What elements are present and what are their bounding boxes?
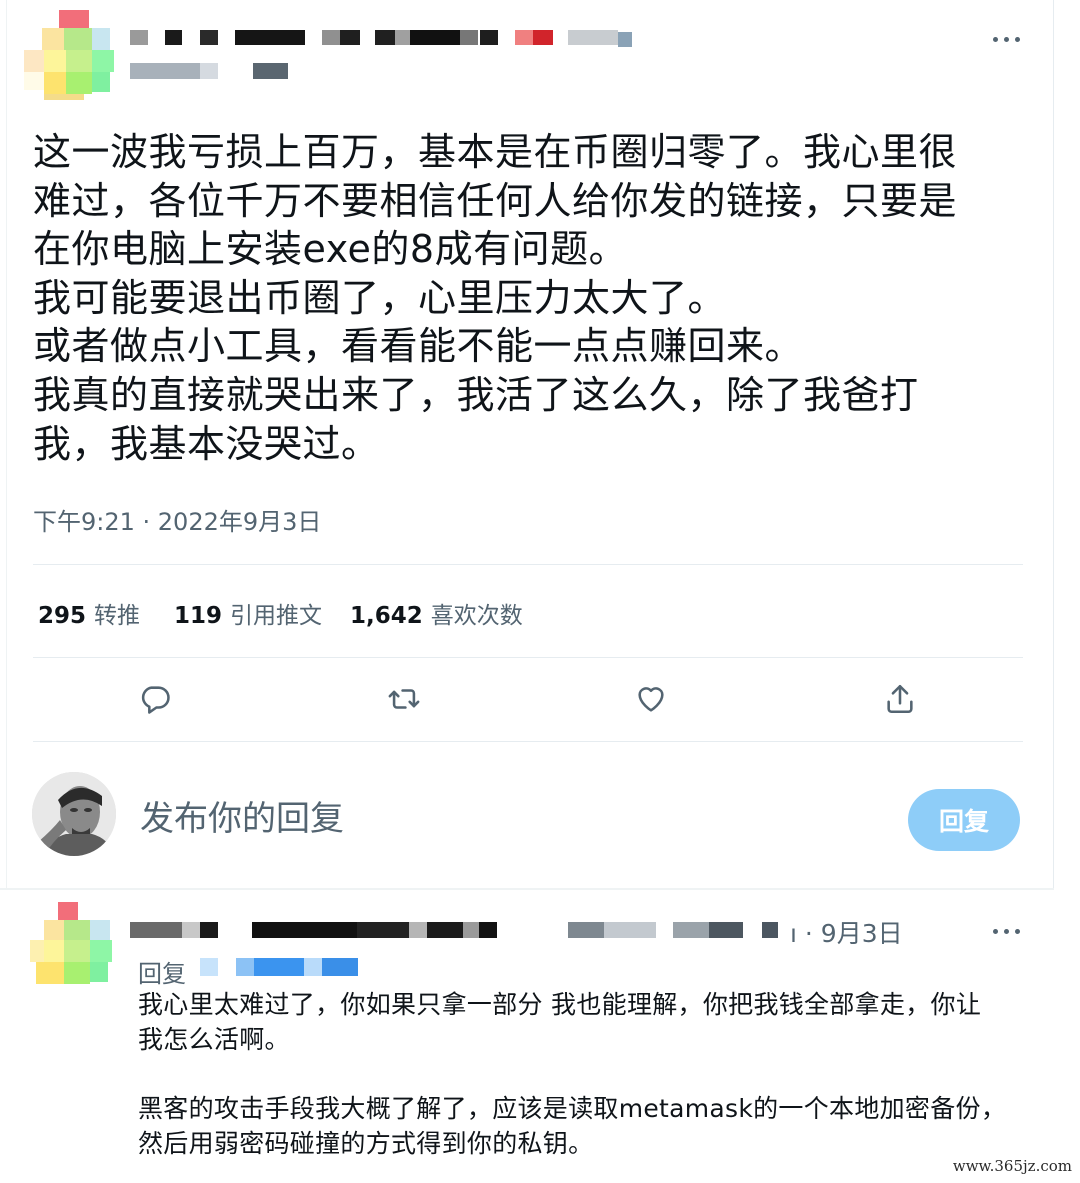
left-border (6, 0, 7, 890)
tweet-timestamp[interactable]: 下午9:21 · 2022年9月3日 (33, 502, 321, 537)
divider (33, 741, 1023, 742)
like-icon[interactable] (631, 679, 671, 719)
replying-to-label: 回复 (138, 960, 186, 988)
reply-more-options-icon[interactable] (993, 926, 1023, 936)
share-icon[interactable] (880, 679, 920, 719)
replying-to-handle-pixelated[interactable] (200, 958, 358, 976)
retweet-icon[interactable] (384, 679, 424, 719)
reply-date[interactable]: ı · 9月3日 (790, 914, 903, 950)
divider (33, 564, 1023, 565)
section-divider (0, 888, 1054, 890)
reply-text: 我心里太难过了，你如果只拿一部分 我也能理解，你把我钱全部拿走，你让 我怎么活啊… (138, 990, 1007, 1158)
replier-avatar-pixelated[interactable] (30, 902, 114, 988)
watermark: www.365jz.com (952, 1157, 1072, 1175)
retweets-stat[interactable]: 295 转推 (38, 596, 140, 630)
user-avatar[interactable] (32, 772, 116, 856)
divider (33, 657, 1023, 658)
reply-icon[interactable] (135, 679, 175, 719)
author-avatar-pixelated[interactable] (24, 10, 114, 100)
reply-button[interactable]: 回复 (908, 789, 1020, 851)
right-border (1053, 0, 1054, 890)
tweet-text: 这一波我亏损上百万，基本是在币圈归零了。我心里很 难过，各位千万不要相信任何人给… (33, 130, 958, 466)
reply-input[interactable] (140, 794, 840, 844)
quote-tweets-stat[interactable]: 119 引用推文 (174, 596, 322, 630)
likes-stat[interactable]: 1,642 喜欢次数 (350, 596, 523, 630)
more-options-icon[interactable] (993, 34, 1023, 44)
